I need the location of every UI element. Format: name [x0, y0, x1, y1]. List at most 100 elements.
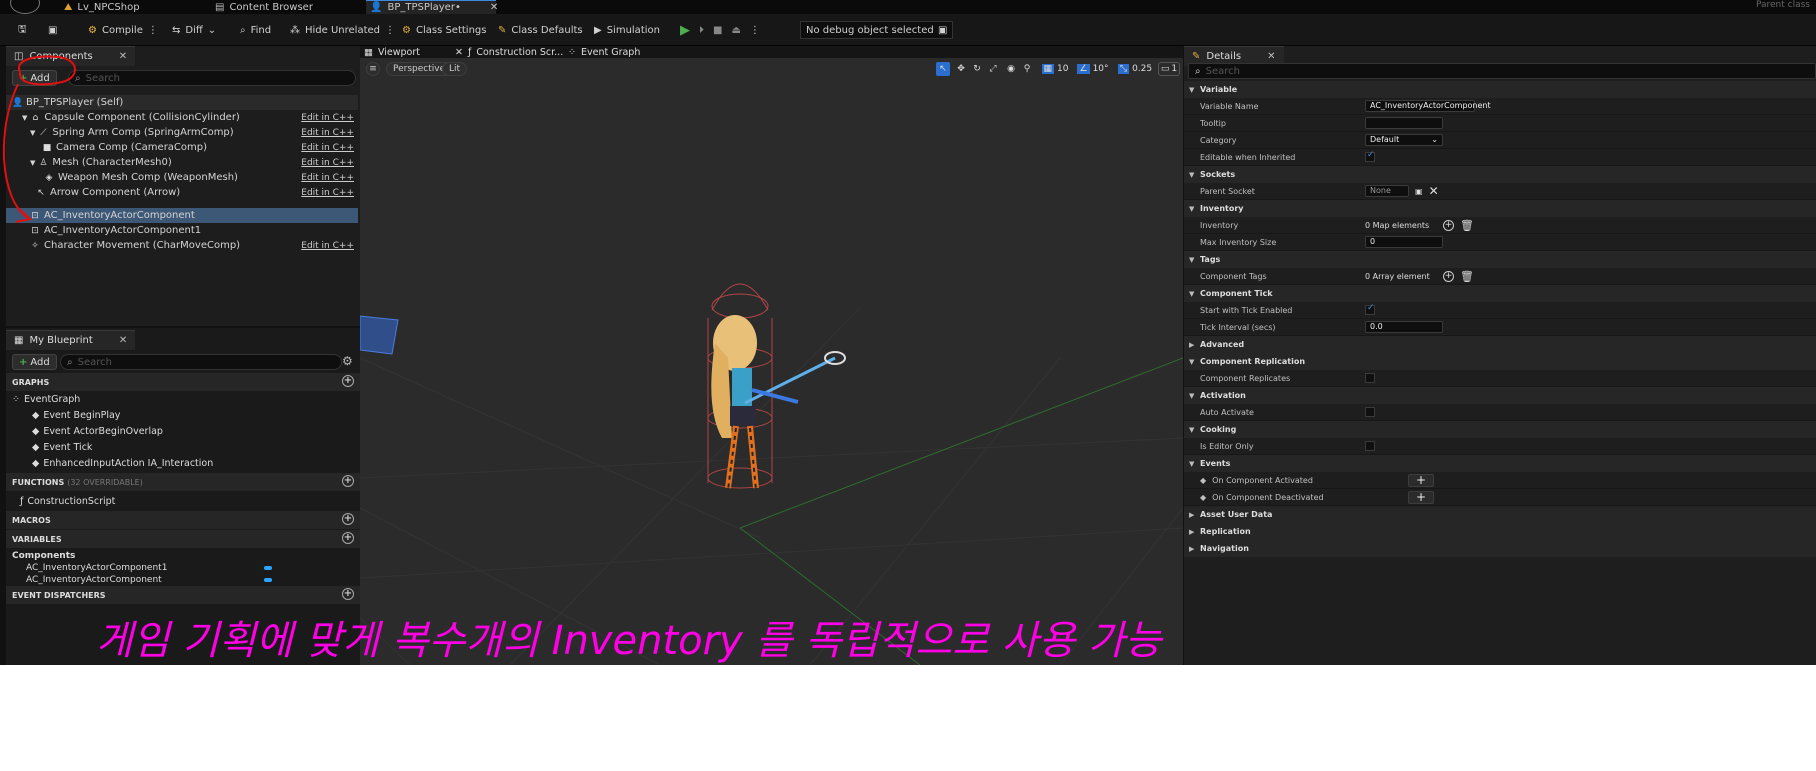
camera-speed-button[interactable]: ▭ 1: [1158, 62, 1180, 76]
more-options-icon[interactable]: ⋮: [385, 25, 395, 36]
trash-icon[interactable]: 🗑: [1460, 219, 1474, 232]
property-label: Start with Tick Enabled: [1200, 305, 1293, 315]
property-row: Is Editor Only: [1184, 438, 1816, 455]
details-section-component-tick[interactable]: ▼ Component Tick: [1184, 285, 1816, 302]
details-section-inventory[interactable]: ▼ Inventory: [1184, 200, 1816, 217]
tab-viewport[interactable]: ▦ Viewport ✕: [364, 46, 463, 58]
functions-section[interactable]: FUNCTIONS (32 OVERRIDABLE) +: [6, 473, 360, 491]
add-dispatcher-icon[interactable]: +: [342, 588, 354, 600]
property-input[interactable]: [1365, 117, 1443, 129]
world-local-icon[interactable]: ◉: [1004, 62, 1018, 76]
rotate-icon[interactable]: ↻: [970, 62, 984, 76]
property-checkbox[interactable]: [1365, 441, 1375, 451]
event-item[interactable]: ◆ Event BeginPlay: [32, 408, 120, 423]
trash-icon[interactable]: 🗑: [1460, 270, 1474, 283]
viewport-menu-icon[interactable]: ≡: [366, 62, 380, 76]
details-icon: ✎: [1192, 51, 1201, 62]
macros-section[interactable]: MACROS +: [6, 511, 360, 529]
add-element-icon[interactable]: +: [1443, 270, 1454, 282]
surface-snap-icon[interactable]: ⚲: [1020, 62, 1034, 76]
clear-socket-icon[interactable]: ✕: [1429, 184, 1439, 198]
gear-icon: ⚙: [402, 24, 411, 36]
close-icon[interactable]: ✕: [455, 47, 463, 58]
details-section-advanced[interactable]: ▶ Advanced: [1184, 336, 1816, 353]
add-member-button[interactable]: + Add: [12, 354, 57, 370]
details-search-input[interactable]: ⌕ Search: [1188, 63, 1816, 79]
parent-socket-field[interactable]: None: [1365, 185, 1409, 197]
details-section-tags[interactable]: ▼ Tags: [1184, 251, 1816, 268]
tab-event-graph[interactable]: ⁘ Event Graph: [568, 46, 640, 58]
member-search-input[interactable]: ⌕ Search: [60, 354, 342, 370]
event-item[interactable]: ◆ EnhancedInputAction IA_Interaction: [32, 456, 213, 471]
property-row: Component Replicates: [1184, 370, 1816, 387]
details-section-variable[interactable]: ▼ Variable: [1184, 81, 1816, 98]
add-element-icon[interactable]: +: [1443, 219, 1454, 231]
details-panel: ✎ Details ✕ ⌕ Search ▼ Variable Variable N…: [1184, 46, 1816, 665]
select-mode-icon[interactable]: ↖: [936, 62, 950, 76]
close-icon[interactable]: ✕: [1267, 51, 1275, 62]
scale-icon[interactable]: ⤢: [986, 62, 1000, 76]
event-icon: ◆: [1200, 475, 1207, 485]
browse-socket-icon[interactable]: ▣: [1415, 187, 1423, 196]
event-item[interactable]: ◆ Event ActorBeginOverlap: [32, 424, 163, 439]
viewport-scene: [360, 58, 1183, 665]
add-event-button[interactable]: +: [1408, 490, 1434, 504]
play-icon[interactable]: ▶: [680, 23, 690, 38]
category-dropdown[interactable]: Default ⌄: [1365, 134, 1443, 146]
tab-construction-script[interactable]: ƒ Construction Scr...: [468, 46, 563, 58]
lit-button[interactable]: Lit: [442, 62, 468, 76]
tab-my-blueprint[interactable]: ▦ My Blueprint ✕: [6, 330, 136, 350]
add-macro-icon[interactable]: +: [342, 513, 354, 525]
class-settings-button[interactable]: ⚙ Class Settings: [402, 21, 486, 39]
details-section-component-replication[interactable]: ▼ Component Replication: [1184, 353, 1816, 370]
details-section-cooking[interactable]: ▼ Cooking: [1184, 421, 1816, 438]
graphs-section[interactable]: GRAPHS +: [6, 373, 360, 391]
event-dispatchers-section[interactable]: EVENT DISPATCHERS +: [6, 586, 360, 604]
search-icon: ⌕: [67, 356, 73, 368]
details-section-replication[interactable]: ▶ Replication: [1184, 523, 1816, 540]
property-checkbox[interactable]: [1365, 373, 1375, 383]
scale-snap-toggle[interactable]: ⤡ 0.25: [1116, 62, 1154, 76]
more-options-icon[interactable]: ⋮: [750, 25, 760, 36]
debug-browse-icon[interactable]: ▣: [938, 21, 947, 39]
eject-icon[interactable]: ⏏: [731, 25, 740, 36]
add-event-button[interactable]: +: [1408, 473, 1434, 487]
property-input[interactable]: 0.0: [1365, 321, 1443, 333]
property-input[interactable]: AC_InventoryActorComponent: [1365, 100, 1491, 112]
collapse-arrow-icon: ▼: [1189, 289, 1195, 298]
add-function-icon[interactable]: +: [342, 475, 354, 487]
settings-gear-icon[interactable]: ⚙: [342, 354, 353, 368]
property-label: On Component Deactivated: [1212, 492, 1324, 502]
close-icon[interactable]: ✕: [119, 335, 127, 346]
stop-icon[interactable]: ■: [713, 25, 722, 36]
details-section-navigation[interactable]: ▶ Navigation: [1184, 540, 1816, 557]
variable-item[interactable]: AC_InventoryActorComponent: [26, 572, 356, 587]
property-checkbox[interactable]: [1365, 150, 1375, 162]
rotation-snap-toggle[interactable]: ∠ 10°: [1076, 62, 1110, 76]
simulation-button[interactable]: ▶ Simulation: [594, 21, 660, 39]
variables-section[interactable]: VARIABLES +: [6, 530, 360, 548]
debug-object-select[interactable]: No debug object selected ⌄: [800, 21, 954, 39]
details-section-activation[interactable]: ▼ Activation: [1184, 387, 1816, 404]
property-label: Component Tags: [1200, 271, 1267, 281]
class-defaults-button[interactable]: ✎ Class Defaults: [498, 21, 583, 39]
property-input[interactable]: 0: [1365, 236, 1443, 248]
collapse-arrow-icon: ▼: [1189, 170, 1195, 179]
event-item[interactable]: ◆ Event Tick: [32, 440, 92, 455]
details-section-events[interactable]: ▼ Events: [1184, 455, 1816, 472]
add-graph-icon[interactable]: +: [342, 375, 354, 387]
event-graph-item[interactable]: ⁘ EventGraph: [12, 392, 80, 407]
details-section-asset-user-data[interactable]: ▶ Asset User Data: [1184, 506, 1816, 523]
add-variable-icon[interactable]: +: [342, 532, 354, 544]
close-tab-icon[interactable]: ✕: [490, 2, 498, 13]
function-item[interactable]: ƒ ConstructionScript: [20, 494, 115, 509]
details-section-sockets[interactable]: ▼ Sockets: [1184, 166, 1816, 183]
translate-icon[interactable]: ✥: [954, 62, 968, 76]
event-icon: ◆: [32, 458, 40, 469]
step-icon[interactable]: ⏵: [699, 25, 704, 36]
property-checkbox[interactable]: [1365, 303, 1375, 315]
property-checkbox[interactable]: [1365, 407, 1375, 417]
tab-blueprint[interactable]: 👤 BP_TPSPlayer• ✕: [366, 0, 498, 14]
viewport-panel[interactable]: ▦ Viewport ✕ ƒ Construction Scr... ⁘ Eve…: [360, 46, 1183, 665]
grid-snap-toggle[interactable]: ▦ 10: [1038, 62, 1072, 76]
